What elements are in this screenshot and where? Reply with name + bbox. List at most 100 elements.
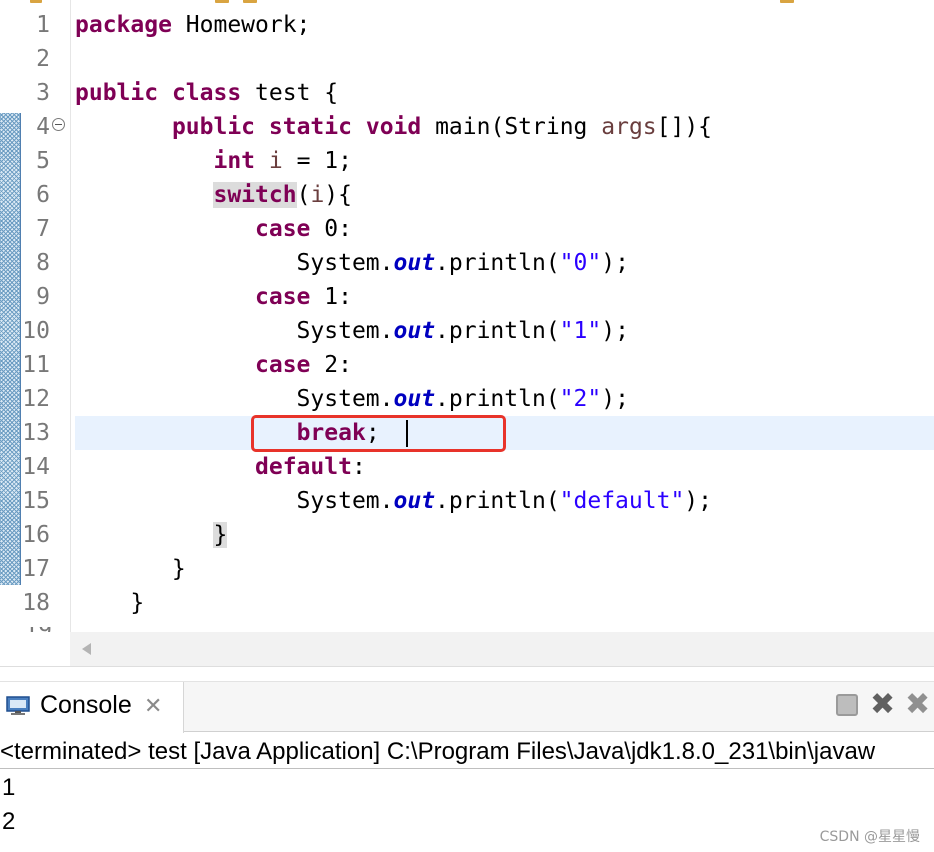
line-number: 10 <box>22 318 50 344</box>
code-token: 2: <box>310 352 352 378</box>
terminate-button[interactable] <box>836 694 858 716</box>
code-text[interactable]: System.out.println("default"); <box>75 484 712 518</box>
code-token: 1: <box>310 284 352 310</box>
code-token: 0: <box>310 216 352 242</box>
scroll-left-icon[interactable] <box>82 643 91 655</box>
code-token: int <box>213 148 256 174</box>
code-line[interactable]: 2 <box>0 42 934 76</box>
code-token: static <box>268 114 352 140</box>
code-token: "0" <box>559 250 602 276</box>
previous-content-peek <box>0 0 934 4</box>
code-line[interactable]: 4 public static void main(String args[])… <box>0 110 934 144</box>
code-token: System. <box>75 488 394 514</box>
line-number: 7 <box>36 216 50 242</box>
horizontal-scrollbar[interactable] <box>70 632 934 666</box>
code-text[interactable]: default: <box>75 450 366 484</box>
code-token: public <box>75 80 159 106</box>
code-line[interactable]: 12 System.out.println("2"); <box>0 382 934 416</box>
code-line[interactable]: 5 int i = 1; <box>0 144 934 178</box>
code-text[interactable]: switch(i){ <box>75 178 352 212</box>
code-line[interactable]: 11 case 2: <box>0 348 934 382</box>
close-tab-icon[interactable]: ✕ <box>144 695 162 719</box>
line-number: 1 <box>36 12 50 38</box>
code-line[interactable]: 1 package Homework; <box>0 8 934 42</box>
code-token: out <box>393 250 436 276</box>
code-text[interactable]: System.out.println("1"); <box>75 314 629 348</box>
code-token: out <box>393 488 436 514</box>
code-line[interactable]: 17 } <box>0 552 934 586</box>
console-process-status: <terminated> test [Java Application] C:\… <box>0 738 876 765</box>
code-token: default <box>255 454 352 480</box>
code-text[interactable]: public static void main(String args[]){ <box>75 110 712 144</box>
line-number: 5 <box>36 148 50 174</box>
line-number: 13 <box>22 420 50 446</box>
code-line[interactable]: 18 } <box>0 586 934 620</box>
code-line[interactable]: 3 public class test { <box>0 76 934 110</box>
collapse-fold-icon[interactable] <box>52 118 65 131</box>
code-token: switch <box>213 182 297 208</box>
code-line[interactable]: 7 case 0: <box>0 212 934 246</box>
code-line[interactable]: 8 System.out.println("0"); <box>0 246 934 280</box>
tab-console[interactable]: Console ✕ <box>0 682 184 733</box>
console-output-line: 1 <box>2 774 16 801</box>
code-token: .println( <box>435 488 560 514</box>
code-text[interactable]: } <box>75 518 228 552</box>
code-token: System. <box>75 318 394 344</box>
remove-launch-button[interactable]: ✖ <box>870 688 895 722</box>
code-token: ); <box>684 488 712 514</box>
code-token: "1" <box>559 318 602 344</box>
code-line[interactable]: 9 case 1: <box>0 280 934 314</box>
code-text[interactable]: package Homework; <box>75 8 310 42</box>
code-line[interactable]: 15 System.out.println("default"); <box>0 484 934 518</box>
code-line[interactable]: 16 } <box>0 518 934 552</box>
code-token: System. <box>75 250 394 276</box>
code-text[interactable]: case 2: <box>75 348 352 382</box>
code-text[interactable]: case 1: <box>75 280 352 314</box>
code-token: ( <box>296 182 311 208</box>
code-text[interactable]: case 0: <box>75 212 352 246</box>
code-token: void <box>365 114 422 140</box>
code-line[interactable]: 14 default: <box>0 450 934 484</box>
code-token: case <box>255 216 311 242</box>
code-line[interactable]: 10 System.out.println("1"); <box>0 314 934 348</box>
code-text[interactable]: System.out.println("0"); <box>75 246 629 280</box>
code-text[interactable]: int i = 1; <box>75 144 352 178</box>
console-tab-label: Console <box>40 691 132 719</box>
line-number: 6 <box>36 182 50 208</box>
console-view-header: Console ✕ ✖ ✖ <box>0 681 934 733</box>
code-token: "default" <box>559 488 685 514</box>
code-text[interactable]: } <box>75 552 186 586</box>
code-editor[interactable]: 1 package Homework; 2 3 public class test {4… <box>0 0 934 666</box>
code-token: Homework; <box>171 12 311 38</box>
code-token: public <box>171 114 256 140</box>
code-text[interactable]: System.out.println("2"); <box>75 382 629 416</box>
code-token: out <box>393 386 436 412</box>
code-token: ){ <box>324 182 352 208</box>
code-token: .println( <box>435 318 560 344</box>
line-number: 11 <box>22 352 50 378</box>
remove-all-launches-button[interactable]: ✖ <box>905 688 930 722</box>
code-token: []){ <box>656 114 713 140</box>
code-token: test { <box>241 80 339 106</box>
annotation-highlight-box <box>251 415 506 452</box>
code-line[interactable]: 6 switch(i){ <box>0 178 934 212</box>
code-token: ); <box>601 250 629 276</box>
view-divider[interactable] <box>0 666 934 682</box>
code-text[interactable]: } <box>75 586 144 620</box>
code-token: } <box>75 556 186 582</box>
line-number: 9 <box>36 284 50 310</box>
line-number: 16 <box>22 522 50 548</box>
code-text[interactable]: public class test { <box>75 76 338 110</box>
watermark: CSDN @星星慢 <box>819 829 920 845</box>
line-number: 2 <box>36 46 50 72</box>
line-number: 3 <box>36 80 50 106</box>
code-token: case <box>255 284 311 310</box>
console-status-separator <box>0 768 934 769</box>
